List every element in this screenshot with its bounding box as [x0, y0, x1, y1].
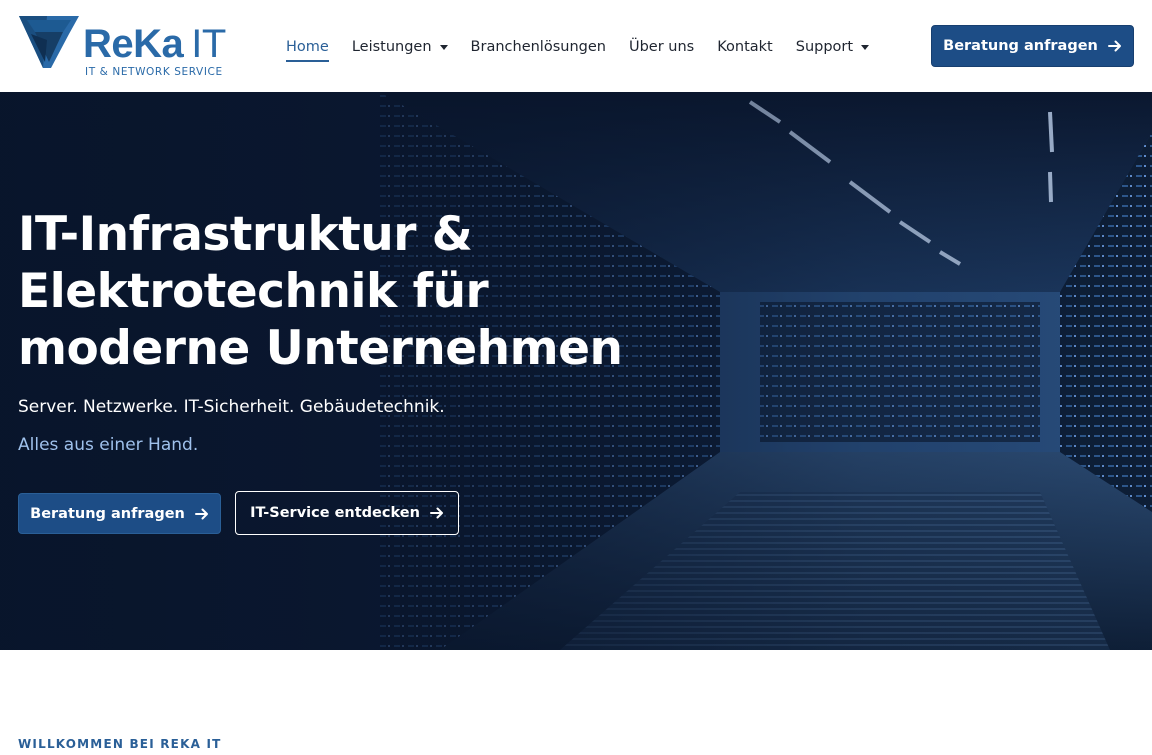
header-cta-label: Beratung anfragen: [943, 38, 1098, 54]
hero-primary-label: Beratung anfragen: [30, 505, 185, 522]
hero-section: IT-Infrastruktur & Elektrotechnik für mo…: [0, 92, 1152, 650]
nav-item-home[interactable]: Home: [286, 39, 329, 62]
logo-tagline: IT & NETWORK SERVICE: [85, 66, 223, 78]
caret-down-icon: [861, 45, 870, 50]
header-consultation-button[interactable]: Beratung anfragen: [931, 25, 1134, 67]
arrow-right-icon: [1107, 40, 1121, 52]
hero-consultation-button[interactable]: Beratung anfragen: [18, 493, 221, 534]
site-header: ReKa IT IT & NETWORK SERVICE Home Leistun…: [0, 0, 1152, 92]
hero-title: IT-Infrastruktur & Elektrotechnik für mo…: [18, 206, 638, 377]
hero-tagline: Alles aus einer Hand.: [18, 435, 199, 455]
hero-title-line: moderne Unternehmen: [18, 321, 623, 376]
nav-item-ueber-uns[interactable]: Über uns: [629, 39, 694, 55]
nav-item-branchenloesungen[interactable]: Branchenlösungen: [471, 39, 606, 55]
logo-shield-icon: [19, 16, 79, 68]
arrow-right-icon: [429, 507, 443, 519]
logo-wordmark: ReKa IT: [83, 22, 226, 66]
hero-subtitle: Server. Netzwerke. IT-Sicherheit. Gebäud…: [18, 397, 445, 417]
caret-down-icon: [439, 45, 448, 50]
hero-title-line: Elektrotechnik für: [18, 264, 489, 319]
nav-item-kontakt[interactable]: Kontakt: [717, 39, 773, 55]
nav-item-leistungen[interactable]: Leistungen: [352, 39, 448, 55]
brand-logo[interactable]: ReKa IT IT & NETWORK SERVICE: [17, 12, 226, 82]
main-nav: Home Leistungen Branchenlösungen Über un…: [286, 36, 892, 62]
arrow-right-icon: [194, 508, 208, 519]
intro-eyebrow: WILLKOMMEN BEI REKA IT: [18, 737, 222, 751]
hero-it-service-button[interactable]: IT-Service entdecken: [235, 491, 459, 535]
hero-title-line: IT-Infrastruktur &: [18, 207, 473, 262]
hero-secondary-label: IT-Service entdecken: [250, 505, 420, 521]
nav-item-support[interactable]: Support: [796, 39, 870, 55]
